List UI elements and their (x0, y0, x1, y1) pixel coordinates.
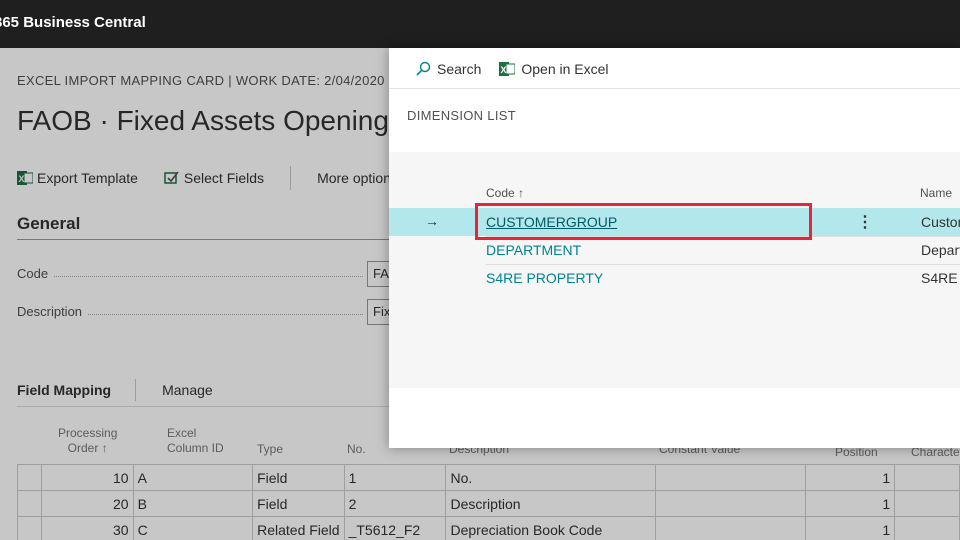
app-title: 365 Business Central (0, 14, 146, 31)
dimension-list: Code ↑ Name → CUSTOMERGROUP ⋮ Customer G… (389, 152, 960, 388)
list-item[interactable]: S4RE PROPERTY S4RE Property (389, 264, 960, 292)
top-bar: 365 Business Central (0, 0, 960, 48)
dimension-code-link[interactable]: DEPARTMENT (486, 242, 581, 258)
open-in-excel-label: Open in Excel (521, 61, 609, 77)
search-button[interactable]: Search (415, 61, 481, 77)
column-header-code[interactable]: Code ↑ (486, 186, 524, 200)
dimension-name: S4RE Property (921, 270, 960, 286)
search-icon (415, 61, 431, 77)
svg-text:X: X (501, 65, 507, 75)
annotation-highlight-box (475, 203, 812, 240)
dimension-name: Customer Group (921, 214, 960, 230)
dialog-divider (389, 88, 960, 89)
excel-icon: X (499, 61, 516, 77)
dimension-name: Department (921, 242, 960, 258)
selection-arrow-icon: → (425, 213, 439, 229)
column-header-name[interactable]: Name (920, 186, 952, 200)
open-in-excel-button[interactable]: X Open in Excel (499, 61, 609, 77)
row-more-options-icon[interactable]: ⋮ (857, 212, 873, 232)
dimension-list-dialog: Search X Open in Excel DIMENSION LIST Co… (389, 48, 960, 448)
search-label: Search (437, 61, 482, 77)
dialog-action-bar: Search X Open in Excel (415, 61, 627, 77)
dialog-title: DIMENSION LIST (407, 108, 516, 123)
dimension-code-link[interactable]: S4RE PROPERTY (486, 270, 603, 286)
list-item[interactable]: DEPARTMENT Department (389, 236, 960, 264)
